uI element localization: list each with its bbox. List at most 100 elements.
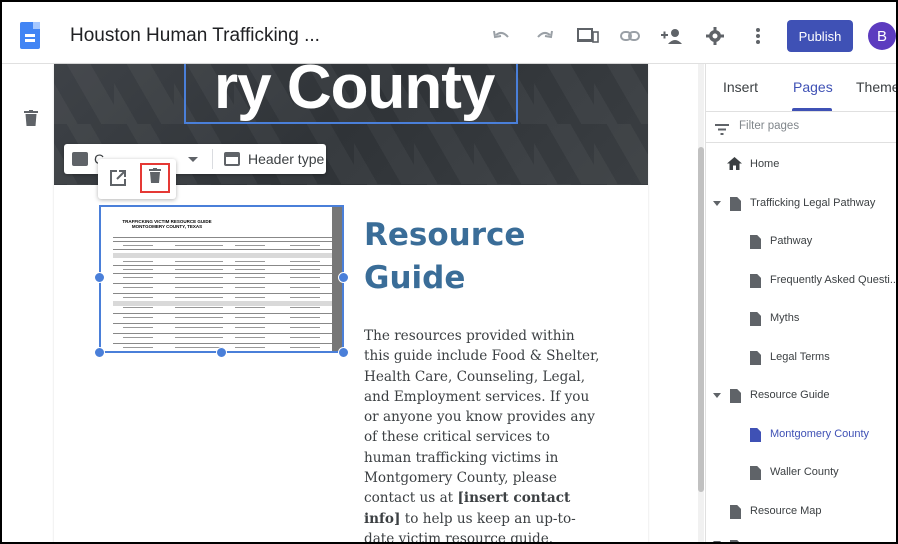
page-item-partial[interactable] <box>706 538 896 542</box>
chevron-down-icon[interactable] <box>188 157 198 162</box>
thumbnail-cell-text <box>175 287 223 288</box>
thumbnail-cell-text <box>175 297 223 298</box>
thumbnail-rule <box>113 273 333 274</box>
thumbnail-cell-text <box>123 347 153 348</box>
thumbnail-rule <box>113 323 333 324</box>
tab-insert[interactable]: Insert <box>723 79 758 95</box>
delete-section-icon[interactable] <box>24 110 42 128</box>
thumbnail-cell-text <box>123 307 153 308</box>
thumbnail-cell-text <box>175 317 223 318</box>
thumbnail-cell-text <box>235 337 265 338</box>
thumbnail-cell-text <box>175 269 223 270</box>
resize-handle-bottom-right[interactable] <box>338 347 349 358</box>
link-icon[interactable] <box>618 24 642 48</box>
thumbnail-cell-text <box>235 347 265 348</box>
document-preview: TRAFFICKING VICTIM RESOURCE GUIDE MONTGO… <box>111 213 335 351</box>
expand-arrow-icon[interactable] <box>713 201 721 206</box>
filter-icon <box>715 122 729 135</box>
thumbnail-cell-text <box>123 317 153 318</box>
page-canvas: ry County C Header type TRAFFICKING VICT… <box>54 64 648 542</box>
thumbnail-rule <box>113 283 333 284</box>
thumbnail-cell-text <box>235 287 265 288</box>
resize-handle-bottom-left[interactable] <box>94 347 105 358</box>
sites-logo-icon[interactable] <box>20 22 40 49</box>
resize-handle-bottom[interactable] <box>216 347 227 358</box>
page-label: Resource Guide <box>750 389 830 401</box>
thumbnail-cell-text <box>290 347 320 348</box>
page-item-faq[interactable]: Frequently Asked Questi... <box>706 272 896 292</box>
thumbnail-cell-text <box>123 269 153 270</box>
thumbnail-cell-text <box>123 245 153 246</box>
share-add-person-icon[interactable] <box>660 24 684 48</box>
page-item-trafficking-legal-pathway[interactable]: Trafficking Legal Pathway <box>706 195 896 215</box>
page-label: Resource Map <box>750 505 822 517</box>
page-item-montgomery-county[interactable]: Montgomery County <box>706 426 896 446</box>
delete-image-button[interactable] <box>140 163 170 193</box>
page-item-resource-map[interactable]: Resource Map <box>706 503 896 523</box>
header-type-icon[interactable] <box>224 152 240 166</box>
thumbnail-rule <box>113 313 333 314</box>
toolbar-divider <box>212 149 213 169</box>
side-panel: Insert Pages Themes Filter pages Home Tr… <box>705 64 896 542</box>
page-item-waller-county[interactable]: Waller County <box>706 464 896 484</box>
resource-guide-heading[interactable]: Resource Guide <box>364 214 544 300</box>
page-icon <box>750 312 761 326</box>
account-avatar[interactable]: B <box>868 22 896 50</box>
thumbnail-section-band <box>113 301 333 306</box>
resource-guide-body[interactable]: The resources provided within this guide… <box>364 326 600 542</box>
preview-devices-icon[interactable] <box>576 24 600 48</box>
thumbnail-rule <box>113 343 333 344</box>
thumbnail-rule <box>113 293 333 294</box>
canvas-scrollbar-thumb[interactable] <box>698 147 704 492</box>
resize-handle-left[interactable] <box>94 272 105 283</box>
publish-button[interactable]: Publish <box>787 20 853 52</box>
thumbnail-cell-text <box>175 277 223 278</box>
thumbnail-cell-text <box>290 269 320 270</box>
image-icon[interactable] <box>72 152 88 166</box>
thumbnail-cell-text <box>175 327 223 328</box>
site-title[interactable]: Houston Human Trafficking ... <box>70 25 320 47</box>
page-icon <box>730 540 741 542</box>
image-toolbar <box>98 159 176 199</box>
filter-pages-input[interactable]: Filter pages <box>739 120 799 132</box>
tab-pages[interactable]: Pages <box>793 79 833 95</box>
page-icon <box>750 235 761 249</box>
page-icon <box>750 428 761 442</box>
more-vert-icon[interactable] <box>746 24 770 48</box>
banner-title[interactable]: ry County <box>214 64 495 123</box>
page-item-legal-terms[interactable]: Legal Terms <box>706 349 896 369</box>
redo-icon[interactable] <box>532 24 556 48</box>
thumbnail-rule <box>113 265 333 266</box>
thumbnail-cell-text <box>290 261 320 262</box>
page-item-resource-guide[interactable]: Resource Guide <box>706 387 896 407</box>
page-item-pathway[interactable]: Pathway <box>706 233 896 253</box>
thumbnail-cell-text <box>235 327 265 328</box>
page-icon <box>730 505 741 519</box>
page-item-home[interactable]: Home <box>706 156 896 176</box>
header-type-button[interactable]: Header type <box>248 151 324 167</box>
thumbnail-cell-text <box>235 317 265 318</box>
thumbnail-cell-text <box>290 245 320 246</box>
page-icon <box>730 389 741 403</box>
resize-handle-right[interactable] <box>338 272 349 283</box>
thumbnail-heading: TRAFFICKING VICTIM RESOURCE GUIDE MONTGO… <box>122 219 212 229</box>
thumbnail-cell-text <box>235 307 265 308</box>
undo-icon[interactable] <box>490 24 514 48</box>
thumbnail-cell-text <box>123 277 153 278</box>
resource-guide-image[interactable]: TRAFFICKING VICTIM RESOURCE GUIDE MONTGO… <box>99 205 344 353</box>
home-icon <box>727 157 742 171</box>
thumbnail-rule <box>113 237 333 238</box>
expand-arrow-icon[interactable] <box>713 393 721 398</box>
open-in-new-icon[interactable] <box>110 170 128 188</box>
page-label: Pathway <box>770 235 813 247</box>
page-icon <box>750 466 761 480</box>
thumbnail-cell-text <box>290 337 320 338</box>
page-icon <box>750 351 761 365</box>
page-item-myths[interactable]: Myths <box>706 310 896 330</box>
thumbnail-cell-text <box>235 261 265 262</box>
thumbnail-cell-text <box>290 287 320 288</box>
thumbnail-rule <box>113 241 333 242</box>
settings-gear-icon[interactable] <box>703 24 727 48</box>
tab-themes[interactable]: Themes <box>856 79 896 95</box>
page-label: Myths <box>770 312 800 324</box>
